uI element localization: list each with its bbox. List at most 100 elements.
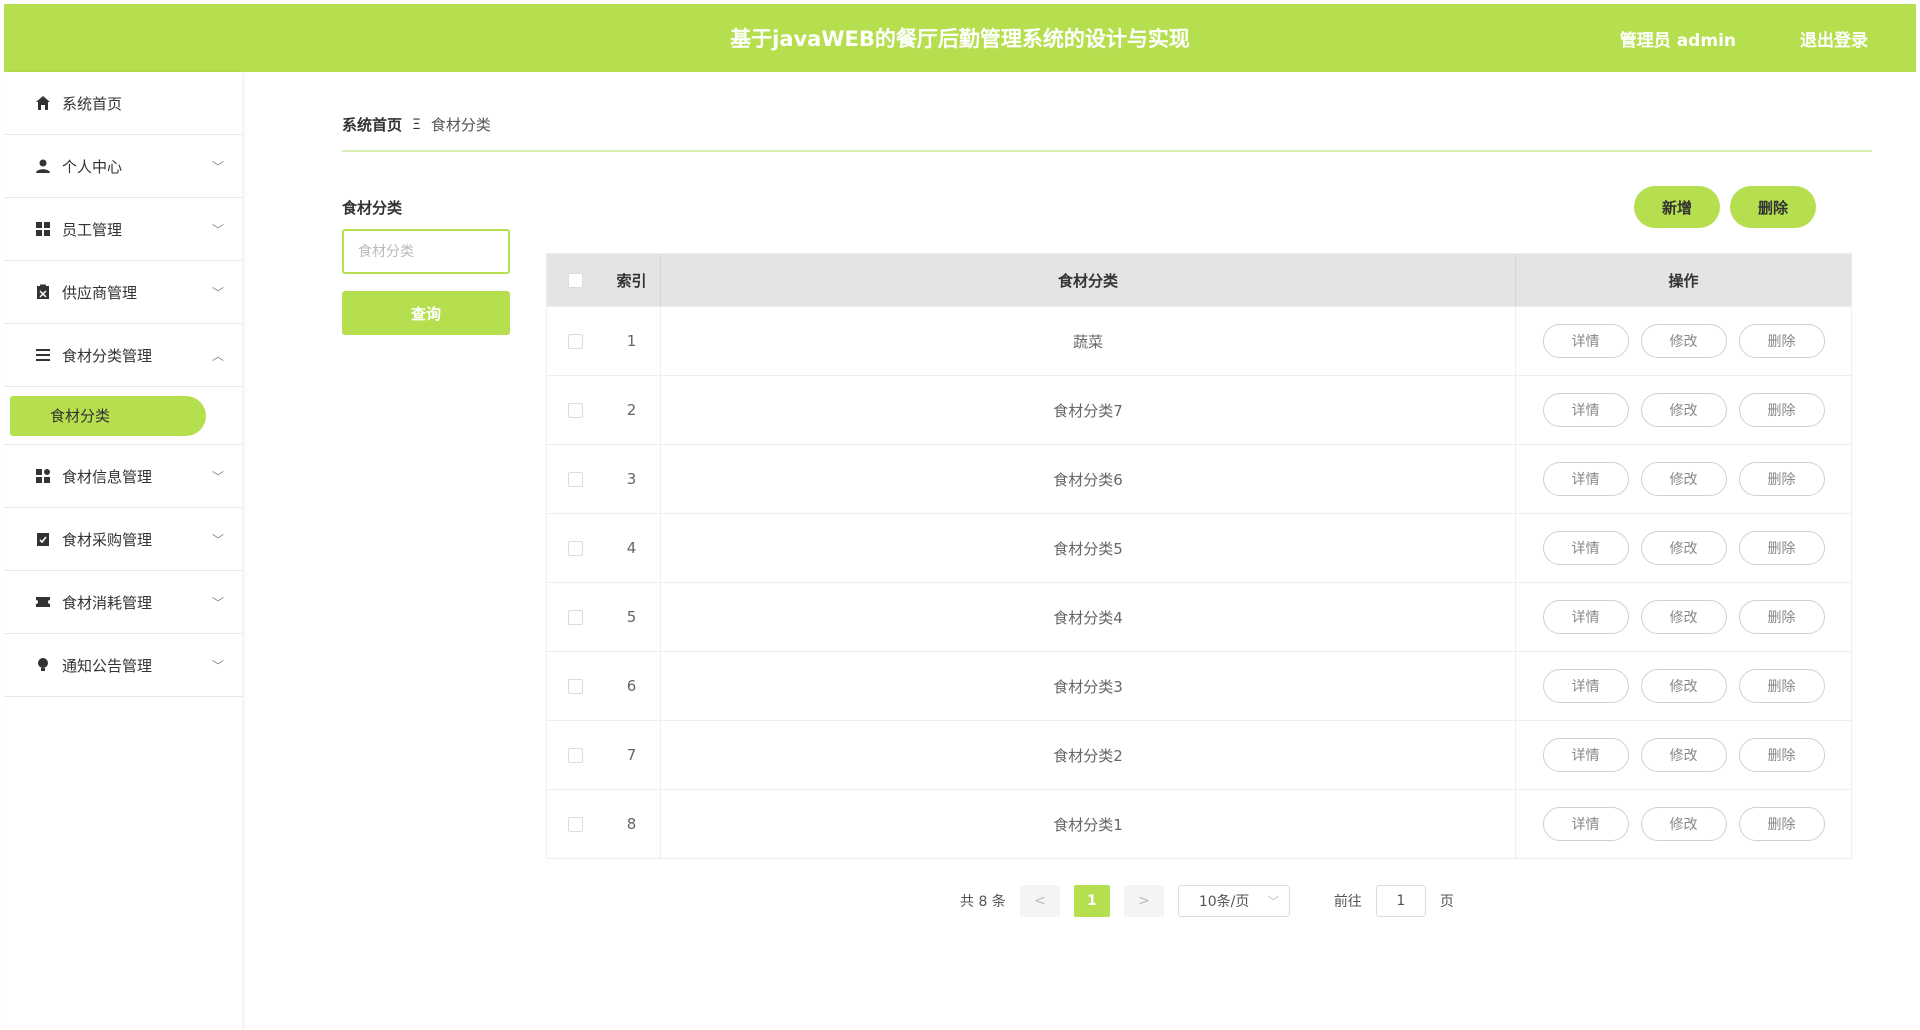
sidebar-item-supplier[interactable]: 供应商管理 ﹀ <box>4 261 242 324</box>
header-ops: 操作 <box>1668 271 1699 290</box>
row-index: 1 <box>603 307 661 375</box>
user-icon <box>34 157 52 175</box>
row-name: 食材分类7 <box>661 376 1516 444</box>
pager-next-button[interactable]: > <box>1123 885 1164 917</box>
row-index: 8 <box>603 790 661 858</box>
row-checkbox[interactable] <box>567 471 583 487</box>
chevron-down-icon: ﹀ <box>1267 895 1279 908</box>
ticket-icon <box>34 593 52 611</box>
page-size-value: 10条/页 <box>1198 894 1250 910</box>
row-checkbox[interactable] <box>567 402 583 418</box>
chevron-down-icon: ﹀ <box>211 532 224 547</box>
chevron-down-icon: ﹀ <box>211 658 224 673</box>
search-input[interactable] <box>342 229 510 274</box>
edit-button[interactable]: 修改 <box>1640 462 1727 496</box>
row-index: 6 <box>603 652 661 720</box>
delete-button[interactable]: 删除 <box>1738 324 1825 358</box>
chevron-down-icon: ﹀ <box>211 595 224 610</box>
edit-button[interactable]: 修改 <box>1640 807 1727 841</box>
add-button[interactable]: 新增 <box>1634 186 1720 228</box>
row-index: 4 <box>603 514 661 582</box>
batch-delete-button[interactable]: 删除 <box>1730 186 1816 228</box>
row-checkbox[interactable] <box>567 747 583 763</box>
delete-button[interactable]: 删除 <box>1738 807 1825 841</box>
table-row: 5 食材分类4 详情 修改 删除 <box>547 582 1851 651</box>
detail-button[interactable]: 详情 <box>1542 669 1629 703</box>
sidebar-item-category-mgmt[interactable]: 食材分类管理 ︿ <box>4 324 242 387</box>
pager-prev-button[interactable]: < <box>1019 885 1060 917</box>
chevron-down-icon: ﹀ <box>211 285 224 300</box>
detail-button[interactable]: 详情 <box>1542 393 1629 427</box>
row-index: 3 <box>603 445 661 513</box>
pager-current-page[interactable]: 1 <box>1073 885 1110 917</box>
delete-button[interactable]: 删除 <box>1738 669 1825 703</box>
table-row: 6 食材分类3 详情 修改 删除 <box>547 651 1851 720</box>
sidebar-item-label: 供应商管理 <box>62 283 138 302</box>
sidebar-item-label: 个人中心 <box>62 157 123 176</box>
sidebar-item-ingredient-info[interactable]: 食材信息管理 ﹀ <box>4 445 242 508</box>
sidebar-item-label: 员工管理 <box>62 220 123 239</box>
sidebar-item-staff[interactable]: 员工管理 ﹀ <box>4 198 242 261</box>
table-row: 3 食材分类6 详情 修改 删除 <box>547 444 1851 513</box>
edit-button[interactable]: 修改 <box>1640 600 1727 634</box>
chevron-down-icon: ﹀ <box>211 159 224 174</box>
delete-button[interactable]: 删除 <box>1738 531 1825 565</box>
pager-goto-label: 前往 <box>1333 894 1362 910</box>
row-name: 食材分类1 <box>661 790 1516 858</box>
delete-button[interactable]: 删除 <box>1738 393 1825 427</box>
sidebar-item-consumption[interactable]: 食材消耗管理 ﹀ <box>4 571 242 634</box>
breadcrumb-current: 食材分类 <box>430 116 491 134</box>
search-button[interactable]: 查询 <box>342 291 510 335</box>
detail-button[interactable]: 详情 <box>1542 807 1629 841</box>
row-checkbox[interactable] <box>567 678 583 694</box>
header-index: 索引 <box>603 254 661 306</box>
category-table: 索引 食材分类 操作 1 蔬菜 详情 修改 删除 2 食材分类7 详情 修改 删除 3 食材分类6 详情… <box>546 253 1852 859</box>
breadcrumb-home[interactable]: 系统首页 <box>342 114 402 135</box>
row-name: 食材分类6 <box>661 445 1516 513</box>
current-user: 管理员 admin <box>1619 30 1736 51</box>
delete-button[interactable]: 删除 <box>1738 462 1825 496</box>
apps-icon <box>34 467 52 485</box>
chevron-up-icon: ︿ <box>211 348 224 363</box>
row-checkbox[interactable] <box>567 816 583 832</box>
sidebar-item-notice[interactable]: 通知公告管理 ﹀ <box>4 634 242 697</box>
select-all-checkbox[interactable] <box>567 272 583 288</box>
chevron-down-icon: ﹀ <box>211 469 224 484</box>
sidebar-item-profile[interactable]: 个人中心 ﹀ <box>4 135 242 198</box>
row-checkbox[interactable] <box>567 333 583 349</box>
detail-button[interactable]: 详情 <box>1542 600 1629 634</box>
chevron-down-icon: ﹀ <box>211 222 224 237</box>
edit-button[interactable]: 修改 <box>1640 738 1727 772</box>
header-name: 食材分类 <box>661 254 1516 306</box>
sidebar-item-label: 食材采购管理 <box>62 530 153 549</box>
page-size-select[interactable]: 10条/页 ﹀ <box>1177 885 1290 917</box>
sidebar-item-purchase[interactable]: 食材采购管理 ﹀ <box>4 508 242 571</box>
delete-button[interactable]: 删除 <box>1738 738 1825 772</box>
sidebar-item-label: 食材消耗管理 <box>62 593 153 612</box>
submenu: 食材分类 <box>4 387 242 445</box>
sidebar-item-label: 通知公告管理 <box>62 656 153 675</box>
table-row: 8 食材分类1 详情 修改 删除 <box>547 789 1851 858</box>
sidebar-subitem-category[interactable]: 食材分类 <box>10 395 206 436</box>
pager-goto-input[interactable]: 1 <box>1375 885 1426 917</box>
edit-button[interactable]: 修改 <box>1640 324 1727 358</box>
detail-button[interactable]: 详情 <box>1542 462 1629 496</box>
breadcrumb: 系统首页 Ξ 食材分类 <box>342 114 491 135</box>
delete-button[interactable]: 删除 <box>1738 600 1825 634</box>
row-name: 食材分类2 <box>661 721 1516 789</box>
row-index: 2 <box>603 376 661 444</box>
edit-button[interactable]: 修改 <box>1640 393 1727 427</box>
detail-button[interactable]: 详情 <box>1542 531 1629 565</box>
sidebar-item-home[interactable]: 系统首页 <box>4 72 242 135</box>
logout-link[interactable]: 退出登录 <box>1800 26 1868 51</box>
row-checkbox[interactable] <box>567 609 583 625</box>
detail-button[interactable]: 详情 <box>1542 324 1629 358</box>
detail-button[interactable]: 详情 <box>1542 738 1629 772</box>
row-name: 食材分类4 <box>661 583 1516 651</box>
table-row: 1 蔬菜 详情 修改 删除 <box>547 306 1851 375</box>
edit-button[interactable]: 修改 <box>1640 531 1727 565</box>
row-name: 食材分类3 <box>661 652 1516 720</box>
edit-button[interactable]: 修改 <box>1640 669 1727 703</box>
list-icon <box>34 346 52 364</box>
row-checkbox[interactable] <box>567 540 583 556</box>
